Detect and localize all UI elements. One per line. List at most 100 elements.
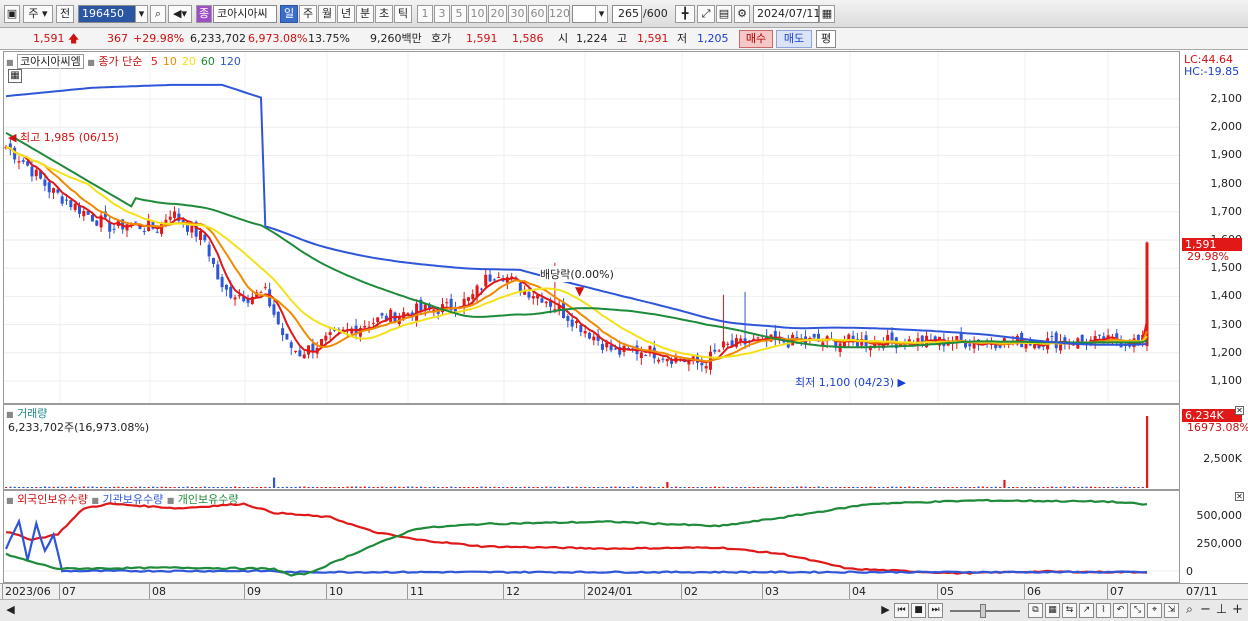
volume-bar [761, 486, 764, 488]
code-dropdown-icon[interactable]: ▾ [135, 5, 148, 23]
interval-button[interactable]: 초 [375, 5, 393, 23]
stock-code-input[interactable]: 196450 [78, 5, 136, 23]
volume-bar [463, 487, 466, 488]
volume-bar [104, 487, 107, 488]
settings-gear-icon[interactable]: ⚙ [734, 5, 750, 23]
interval-button[interactable]: 분 [356, 5, 374, 23]
range-dropdown-icon[interactable]: ▾ [595, 5, 608, 23]
turnover-pct: 13.75% [308, 32, 350, 45]
candle-body [298, 350, 302, 357]
fit-icon[interactable]: ⊥ [1214, 603, 1229, 618]
candle-body [211, 257, 215, 264]
undo-icon[interactable]: ↶ [1113, 603, 1128, 618]
volume-bar [834, 486, 838, 488]
close-panel-icon[interactable]: ✕ [1235, 492, 1244, 501]
sell-button[interactable]: 매도 [776, 30, 812, 48]
candle-type-icon[interactable]: ╋ [675, 5, 695, 23]
zoom-out-icon[interactable]: − [1198, 603, 1213, 618]
stop-icon[interactable]: ■ [911, 603, 926, 618]
interval-button[interactable]: 일 [280, 5, 298, 23]
volume-bar [432, 486, 436, 488]
bar-count-input[interactable]: 265 [612, 5, 642, 23]
volume-bar [471, 487, 474, 488]
volume-bar [13, 486, 16, 488]
prev-button[interactable]: 전 [56, 5, 74, 23]
interval-button[interactable]: 주 [299, 5, 317, 23]
volume-bar [1072, 486, 1075, 488]
x-axis-end-label: 07/11 [1186, 585, 1218, 598]
number-button[interactable]: 120 [548, 5, 570, 23]
rewind-icon[interactable]: ⏮ [894, 603, 909, 618]
copy-icon[interactable]: ⧉ [1028, 603, 1043, 618]
volume-bar [618, 486, 621, 488]
number-button[interactable]: 3 [434, 5, 450, 23]
volume-bar [1020, 486, 1023, 488]
candle-body [890, 332, 894, 342]
volume-bar [372, 487, 375, 488]
scroll-left-icon[interactable]: ◀ [3, 603, 18, 618]
magnifier-icon[interactable]: ⌕ [1182, 603, 1197, 618]
candle-body [276, 311, 280, 325]
number-button[interactable]: 5 [451, 5, 467, 23]
interval-button[interactable]: 틱 [394, 5, 412, 23]
number-button[interactable]: 10 [468, 5, 487, 23]
volume-bar [1128, 487, 1131, 488]
volume-bar [990, 486, 993, 488]
chart-grid-icon[interactable]: ▦ [1045, 603, 1060, 618]
buy-button[interactable]: 매수 [739, 30, 773, 48]
number-button[interactable]: 30 [508, 5, 527, 23]
forward-icon[interactable]: ⏭ [928, 603, 943, 618]
candle-body [665, 358, 669, 362]
number-button[interactable]: 60 [528, 5, 547, 23]
x-axis-separator [762, 584, 763, 600]
volume-bar [1016, 487, 1019, 488]
volume-chart [5, 416, 1149, 488]
zoom-in-icon[interactable]: + [1230, 603, 1245, 618]
export-icon[interactable]: ⇲ [1164, 603, 1179, 618]
volume-bar [670, 487, 673, 488]
measure-icon[interactable]: ⤡ [1130, 603, 1145, 618]
layout-icon[interactable]: ▣ [4, 5, 20, 23]
candle-body [812, 333, 816, 338]
volume-bar [1081, 486, 1084, 488]
low-annotation: 최저 1,100 (04/23) ▶ [795, 376, 906, 389]
compare-icon[interactable]: ⇆ [1062, 603, 1077, 618]
interval-button[interactable]: 월 [318, 5, 336, 23]
volume-bar [160, 486, 163, 488]
draw-tool-icon[interactable]: ⤢ [697, 5, 715, 23]
calendar-icon[interactable]: ▦ [819, 5, 835, 23]
number-button[interactable]: 1 [417, 5, 433, 23]
search-icon[interactable]: ⌕ [150, 5, 166, 23]
speed-slider-thumb[interactable] [980, 604, 986, 618]
date-input[interactable]: 2024/07/11 [753, 5, 820, 23]
volume-bar [458, 486, 462, 488]
candle-body [1050, 336, 1054, 338]
volume-bar [268, 486, 271, 488]
interval-button[interactable]: 년 [337, 5, 355, 23]
volume-bar [506, 487, 509, 488]
x-axis-separator [326, 584, 327, 600]
volume-bar [640, 486, 643, 488]
volume-bar [255, 487, 258, 488]
save-icon[interactable]: ▤ [716, 5, 732, 23]
number-button[interactable]: 20 [488, 5, 507, 23]
volume-bar [981, 486, 984, 488]
eval-button[interactable]: 평 [816, 30, 836, 48]
volume-bar [117, 486, 120, 488]
candle-body [1054, 332, 1058, 349]
fibo-icon[interactable]: ⌇ [1096, 603, 1111, 618]
close-panel-icon[interactable]: ✕ [1235, 406, 1244, 415]
period-select[interactable]: 주 ▾ [23, 5, 53, 23]
candle-body [389, 309, 393, 322]
scroll-right-icon[interactable]: ▶ [878, 603, 893, 618]
volume-bar [977, 486, 980, 488]
volume-bar [623, 487, 626, 488]
speaker-icon[interactable]: ◀▾ [168, 5, 192, 23]
hoga-label: 호가 [431, 32, 452, 45]
volume-bar [497, 487, 500, 488]
chart-toolbar: ▣ 주 ▾ 전 196450 ▾ ⌕ ◀▾ 종 코아시아씨 일주월년분초틱 13… [0, 0, 1248, 28]
volume-bar [986, 487, 989, 488]
crosshair-icon[interactable]: ⌖ [1147, 603, 1162, 618]
candle-body [134, 221, 138, 223]
trend-tool-icon[interactable]: ↗ [1079, 603, 1094, 618]
